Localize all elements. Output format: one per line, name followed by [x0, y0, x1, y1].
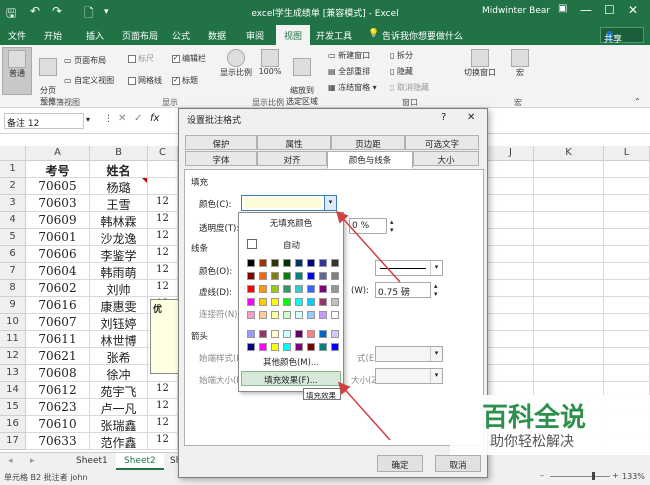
arrow-to-fill-effects — [338, 381, 391, 441]
watermark: 百科全说 助你轻松解决 — [450, 395, 650, 455]
arrow-to-dropdown — [335, 210, 401, 283]
watermark-subtitle: 助你轻松解决 — [490, 434, 574, 450]
watermark-title: 百科全说 — [482, 403, 587, 433]
